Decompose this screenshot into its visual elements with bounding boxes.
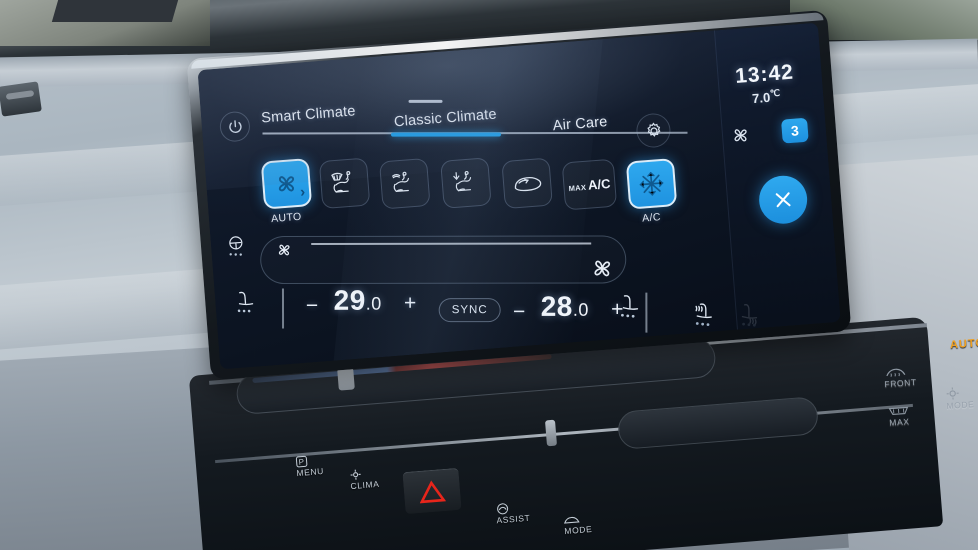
tab-active-indicator [390, 131, 501, 137]
air-recirculation-button[interactable] [501, 157, 553, 210]
fan-small-icon [275, 241, 293, 259]
status-rail: 13:42 7.0℃ 3 [713, 22, 841, 330]
driver-temp-increase-button[interactable]: + [404, 292, 416, 316]
clock: 13:42 [734, 60, 795, 89]
console-mode-button[interactable]: MODE [563, 514, 593, 536]
fan-icon [729, 124, 752, 147]
windshield-airflow-button[interactable] [318, 157, 371, 210]
passenger-temp-decimal: .0 [572, 299, 589, 320]
temperature-slider-handle[interactable] [337, 367, 355, 391]
outside-temp-value: 7.0 [751, 89, 771, 107]
tab-smart-climate[interactable]: Smart Climate [261, 103, 356, 126]
rail-fan-status: 3 [725, 117, 813, 154]
screen-power-button[interactable] [218, 110, 252, 143]
face-airflow-icon [389, 170, 421, 198]
console-menu-button[interactable]: P MENU [295, 454, 324, 478]
temp-divider-left [281, 288, 284, 329]
sync-button[interactable]: SYNC [438, 298, 501, 323]
fan-slider-track-line[interactable] [311, 242, 592, 245]
auto-button[interactable]: › [260, 158, 313, 210]
passenger-temperature-value: 28.0 [541, 291, 589, 323]
outside-temp-unit: ℃ [769, 87, 781, 99]
power-icon [227, 119, 243, 135]
fan-icon [272, 170, 300, 198]
temp-divider-right [645, 292, 647, 333]
console-assist-button[interactable]: ASSIST [495, 501, 531, 525]
driver-temperature-value: 29.0 [334, 285, 382, 317]
front-defrost-button[interactable]: FRONT [883, 365, 917, 389]
car-infotainment-scene: P MENU CLIMA ASSIST MODE FRONT MAX MODE … [0, 0, 978, 550]
climate-tabs: Smart Climate Classic Climate Air Care [261, 78, 688, 154]
driver-temp-integer: 29 [333, 284, 366, 316]
outside-temperature: 7.0℃ [725, 86, 808, 109]
max-ac-small-label: MAX [568, 182, 587, 193]
volume-slider-handle[interactable] [544, 419, 558, 447]
driver-seat-heating-icon[interactable] [232, 288, 260, 318]
max-ac-text: MAX A/C [568, 175, 611, 193]
max-ac-button[interactable]: MAX A/C [561, 158, 618, 211]
svg-text:P: P [298, 457, 305, 466]
max-ac-large-label: A/C [587, 175, 611, 193]
ac-button[interactable] [625, 158, 678, 210]
max-defrost-button[interactable]: MAX [887, 404, 910, 428]
hazard-triangle-icon [418, 478, 446, 504]
passenger-temp-decrease-button[interactable]: − [513, 300, 525, 324]
foot-airflow-icon [450, 169, 482, 197]
windshield-airflow-icon [329, 169, 361, 197]
tab-classic-climate[interactable]: Classic Climate [393, 106, 497, 130]
dash-mode-button[interactable]: MODE [945, 385, 975, 411]
steering-wheel-heating-icon[interactable] [224, 233, 252, 261]
max-defrost-label: MAX [888, 416, 910, 428]
driver-temp-decimal: .0 [365, 293, 382, 314]
hazard-lights-button[interactable] [402, 467, 462, 515]
rear-center-seat-heating-button[interactable] [617, 293, 645, 323]
close-button[interactable] [757, 173, 809, 226]
snowflake-icon [636, 169, 666, 199]
a-pillar [51, 0, 179, 22]
dash-auto-label: AUTO [949, 336, 978, 352]
infotainment-screen: Smart Climate Classic Climate Air Care ›… [197, 22, 841, 370]
fan-level-badge[interactable]: 3 [780, 117, 809, 144]
passenger-temp-integer: 28 [540, 290, 573, 322]
infotainment-bezel: Smart Climate Classic Climate Air Care ›… [186, 9, 852, 381]
dash-mode-label: MODE [946, 399, 975, 411]
driver-temp-decrease-button[interactable]: − [306, 294, 318, 318]
auto-chevron-icon: › [299, 183, 306, 201]
auto-button-label: AUTO [270, 210, 303, 226]
air-recirculation-icon [510, 171, 544, 195]
foot-airflow-button[interactable] [440, 157, 492, 209]
close-x-icon [771, 188, 795, 212]
console-clima-button[interactable]: CLIMA [349, 467, 380, 491]
face-airflow-button[interactable] [379, 157, 431, 210]
dash-auto-button[interactable]: AUTO [950, 337, 978, 351]
ac-button-label: A/C [641, 211, 662, 225]
tab-indicator-dash [408, 99, 443, 103]
rear-seat-heating-left-button[interactable] [692, 301, 720, 331]
gear-icon [643, 120, 663, 140]
